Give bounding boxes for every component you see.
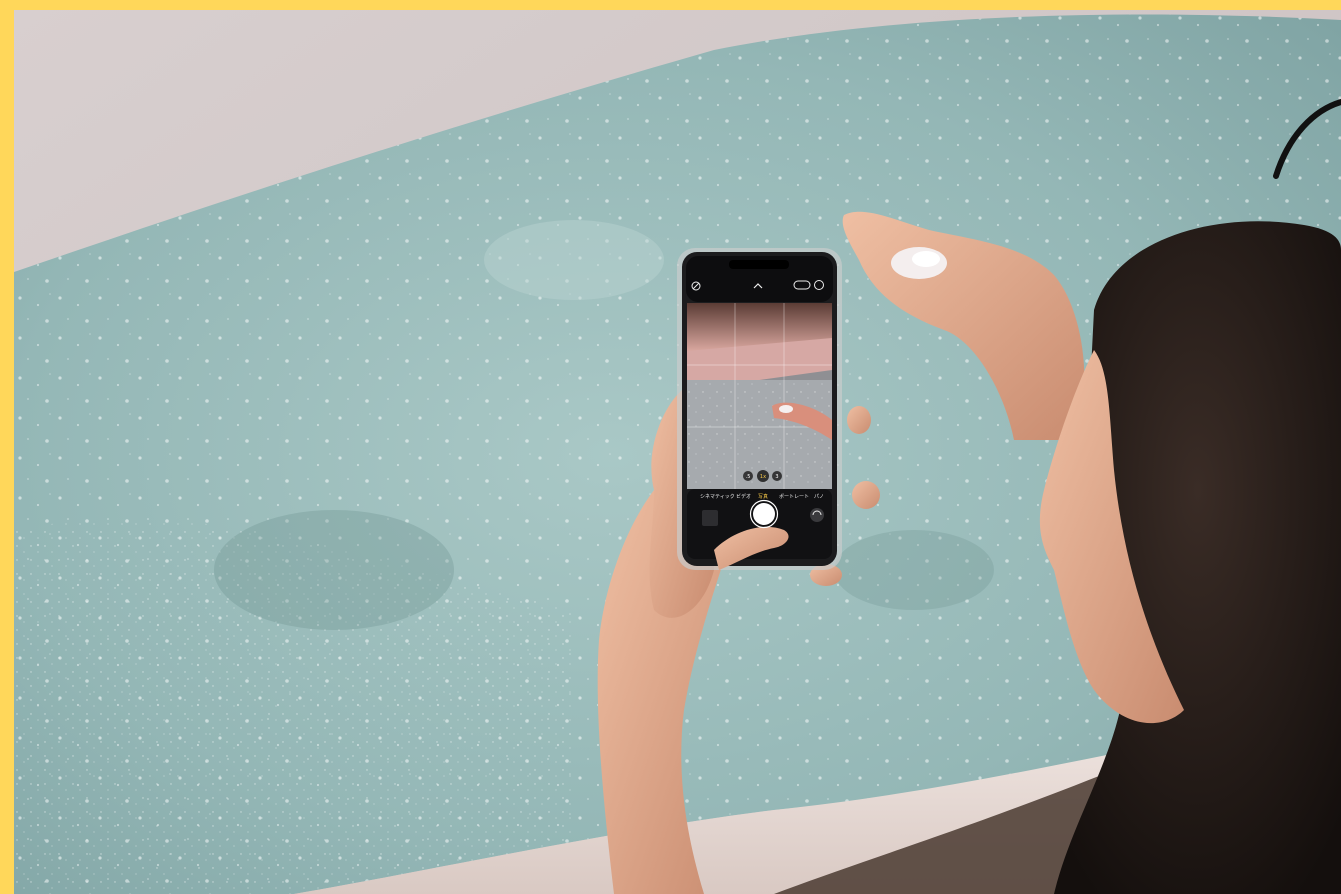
zoom-label-0[interactable]: .5	[746, 474, 751, 480]
mode-video[interactable]: ビデオ	[736, 493, 751, 500]
mode-pano[interactable]: パノ	[814, 494, 824, 500]
shutter-button[interactable]	[753, 503, 775, 525]
thumbnail[interactable]	[702, 510, 718, 526]
zoom-label-1[interactable]: 1x	[760, 474, 766, 480]
mode-photo[interactable]: 写真	[758, 493, 768, 500]
mode-portrait[interactable]: ポートレート	[779, 493, 809, 500]
photo-frame: .5 1x 3 シネマティック ビデオ 写真 ポートレート パノ	[14, 10, 1341, 894]
camera-mode-bar: シネマティック ビデオ 写真 ポートレート パノ	[700, 493, 824, 500]
flip-camera-icon[interactable]	[810, 508, 824, 522]
zoom-selector[interactable]: .5 1x 3	[743, 470, 782, 482]
bath-photo: .5 1x 3 シネマティック ビデオ 写真 ポートレート パノ	[14, 10, 1341, 894]
zoom-label-2[interactable]: 3	[775, 474, 778, 480]
mode-cinematic[interactable]: シネマティック	[700, 494, 735, 500]
